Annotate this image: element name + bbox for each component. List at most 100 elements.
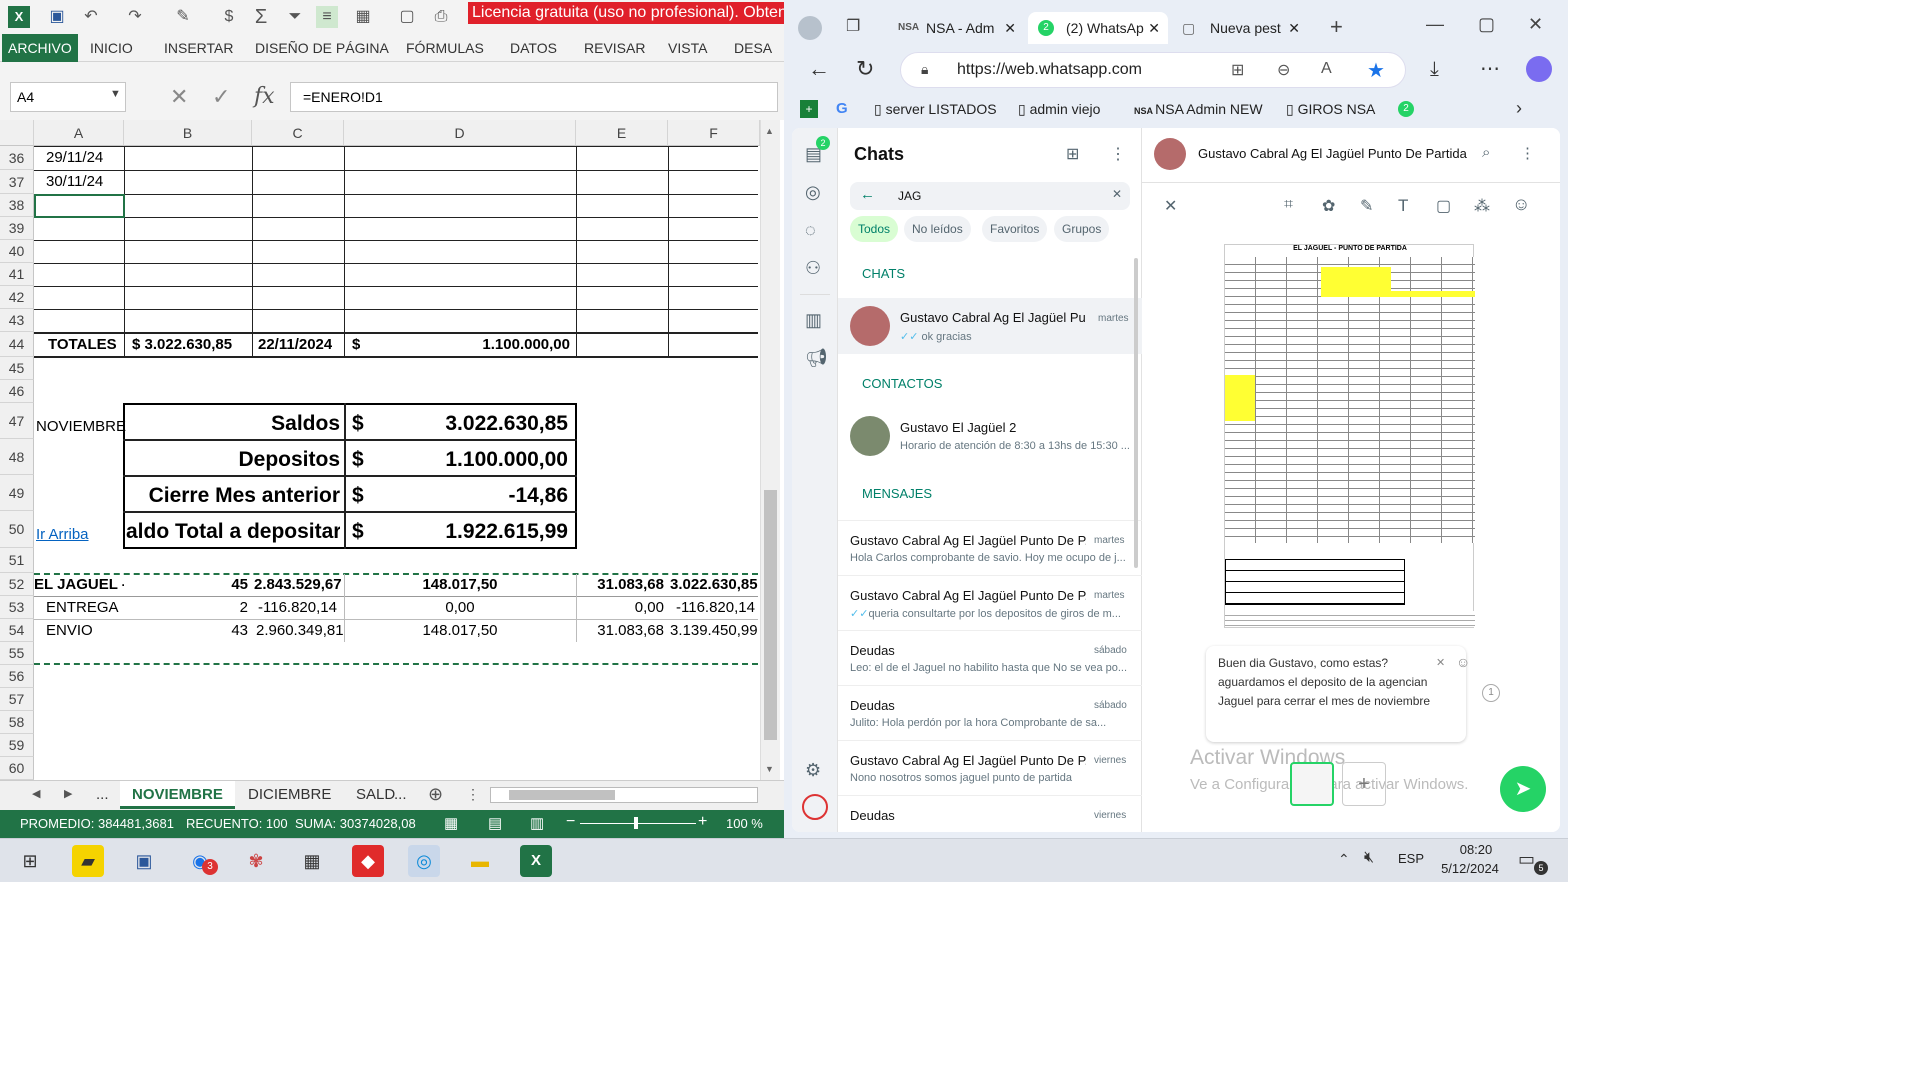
filter-favoritos[interactable]: Favoritos xyxy=(982,216,1048,242)
search-box[interactable]: ← JAG ✕ xyxy=(850,182,1130,210)
currency-icon[interactable]: $ xyxy=(218,6,240,28)
prev-sheet-icon[interactable]: ◀ xyxy=(32,787,40,800)
clock-date[interactable]: 5/12/2024 xyxy=(1434,861,1506,876)
close-preview-icon[interactable]: ✕ xyxy=(1164,196,1177,216)
cell-a37[interactable]: 30/11/24 xyxy=(46,173,103,190)
formula-input[interactable]: =ENERO!D1 xyxy=(290,82,778,112)
align-icon[interactable]: ≡ xyxy=(316,6,338,28)
format-painter-icon[interactable]: ✎ xyxy=(172,6,194,28)
media-thumb-selected[interactable] xyxy=(1290,762,1334,806)
bookmark-giros-nsa[interactable]: ▯ GIROS NSA xyxy=(1286,94,1375,124)
zoom-slider[interactable] xyxy=(580,823,696,824)
row-header[interactable]: 44 xyxy=(0,332,34,357)
zoom-slider-thumb[interactable] xyxy=(634,817,638,829)
row-header[interactable]: 45 xyxy=(0,357,34,380)
cell-b52[interactable]: 45 xyxy=(124,576,248,593)
filter-todos[interactable]: Todos xyxy=(850,216,899,242)
zoom-icon[interactable]: ⊖ xyxy=(1277,60,1290,80)
tab-archivo[interactable]: ARCHIVO xyxy=(2,34,78,62)
pencil-icon[interactable]: ✎ xyxy=(1360,196,1373,216)
close-tab-icon[interactable]: ✕ xyxy=(1004,12,1016,44)
sheet-tab-more[interactable]: ... xyxy=(84,781,121,809)
ir-arriba-link[interactable]: Ir Arriba xyxy=(36,526,89,543)
cell-f54[interactable]: 3.139.450,99 xyxy=(670,622,758,639)
search-input[interactable]: JAG xyxy=(898,189,921,203)
browser-tab-whatsapp[interactable]: 2 (2) WhatsAp ✕ xyxy=(1028,12,1168,44)
cell-e53[interactable]: 0,00 xyxy=(576,599,664,616)
cell-d52[interactable]: 148.017,50 xyxy=(344,576,576,593)
menu-icon[interactable]: ⋮ xyxy=(1520,144,1535,162)
url-text[interactable]: https://web.whatsapp.com xyxy=(957,61,1142,79)
remote-desktop-icon[interactable]: ▣ xyxy=(128,845,160,877)
row-header[interactable]: 36 xyxy=(0,146,34,170)
borders-icon[interactable]: ▦ xyxy=(352,6,374,28)
sheets-bookmark-icon[interactable]: + xyxy=(800,100,818,118)
crop-icon[interactable]: ⌗ xyxy=(1284,196,1293,214)
message-result[interactable]: Deudas sábado Leo: el de el Jaguel no ha… xyxy=(838,630,1142,685)
shape-icon[interactable]: ▢ xyxy=(1436,196,1451,216)
message-result[interactable]: Gustavo Cabral Ag El Jagüel Punto De P..… xyxy=(838,520,1142,575)
tab-actions-icon[interactable]: ❐ xyxy=(846,16,860,36)
tab-diseno[interactable]: DISEÑO DE PÁGINA xyxy=(255,34,389,62)
name-box[interactable]: A4 xyxy=(10,82,126,112)
tab-datos[interactable]: DATOS xyxy=(510,34,557,62)
name-box-dropdown-icon[interactable]: ▼ xyxy=(110,88,121,100)
row-header[interactable]: 46 xyxy=(0,380,34,403)
row-header[interactable]: 42 xyxy=(0,286,34,309)
chat-result[interactable]: Gustavo Cabral Ag El Jagüel Pu... martes… xyxy=(838,298,1142,354)
row-header[interactable]: 48 xyxy=(0,439,34,475)
maximize-icon[interactable]: ▢ xyxy=(1478,14,1495,35)
print-icon[interactable]: ⎙ xyxy=(430,6,452,28)
view-once-icon[interactable]: 1 xyxy=(1482,684,1500,702)
vertical-scrollbar[interactable]: ▲ ▼ xyxy=(760,120,780,780)
confirm-formula-icon[interactable]: ✓ xyxy=(212,84,230,110)
sticky-notes-icon[interactable]: ▰ xyxy=(72,845,104,877)
address-bar[interactable]: 🔒︎ https://web.whatsapp.com ⊞ ⊖ A ★ xyxy=(900,52,1406,88)
scroll-down-icon[interactable]: ▼ xyxy=(765,764,774,774)
cell-e52[interactable]: 31.083,68 xyxy=(576,576,664,593)
app-icon[interactable]: ✾ xyxy=(240,845,272,877)
communities-nav-icon[interactable]: ⚇ xyxy=(805,258,821,279)
cell-c52[interactable]: 2.843.529,67 xyxy=(254,576,342,593)
contact-result[interactable]: Gustavo El Jagüel 2 Horario de atención … xyxy=(838,408,1142,464)
row-header[interactable]: 37 xyxy=(0,170,34,194)
column-header[interactable]: C xyxy=(252,120,344,146)
message-result[interactable]: Gustavo Cabral Ag El Jagüel Punto De P..… xyxy=(838,740,1142,795)
clear-search-icon[interactable]: ✕ xyxy=(1112,187,1122,201)
hscroll-thumb[interactable] xyxy=(509,790,615,800)
cancel-formula-icon[interactable]: ✕ xyxy=(170,84,188,110)
whatsapp-bookmark-badge[interactable]: 2 xyxy=(1398,101,1414,117)
row-header[interactable]: 54 xyxy=(0,619,34,642)
close-tab-icon[interactable]: ✕ xyxy=(1288,12,1300,44)
new-doc-icon[interactable]: ▢ xyxy=(396,6,418,28)
row-header[interactable]: 56 xyxy=(0,665,34,688)
column-header[interactable]: B xyxy=(124,120,252,146)
column-header[interactable]: F xyxy=(668,120,760,146)
tab-revisar[interactable]: REVISAR xyxy=(584,34,645,62)
filter-no-leidos[interactable]: No leídos xyxy=(904,216,971,242)
column-header[interactable]: E xyxy=(576,120,668,146)
blur-icon[interactable]: ⁂ xyxy=(1474,196,1490,216)
sheet-tab-noviembre[interactable]: NOVIEMBRE xyxy=(120,781,235,809)
row-header[interactable]: 47 xyxy=(0,403,34,439)
row-header[interactable]: 43 xyxy=(0,309,34,332)
cell-d44[interactable]: 1.100.000,00 xyxy=(460,336,570,353)
cell-f53[interactable]: -116.820,14 xyxy=(676,599,755,616)
cell-f52[interactable]: 3.022.630,85 xyxy=(670,576,758,593)
scroll-up-icon[interactable]: ▲ xyxy=(765,126,774,136)
chat-list-scrollbar[interactable] xyxy=(1134,258,1138,568)
bookmark-nsa-admin-new[interactable]: NSA NSA Admin NEW xyxy=(1134,94,1263,124)
row-header[interactable]: 57 xyxy=(0,688,34,711)
sheet-tab-more-right[interactable]: ... xyxy=(390,781,411,809)
browser-tab-nsa[interactable]: NSA NSA - Adm ✕ xyxy=(888,12,1024,44)
edge-icon[interactable]: ◎ xyxy=(408,845,440,877)
favorite-star-icon[interactable]: ★ xyxy=(1367,58,1385,83)
downloads-icon[interactable]: ⤓ xyxy=(1430,58,1439,81)
sheet-tab-diciembre[interactable]: DICIEMBRE xyxy=(236,781,343,809)
cell-b44[interactable]: $ 3.022.630,85 xyxy=(132,336,232,353)
minimize-icon[interactable]: — xyxy=(1426,14,1444,35)
caption-clear-icon[interactable]: ✕ xyxy=(1436,656,1445,669)
apps-icon[interactable]: ⊞ xyxy=(1231,60,1244,80)
row-header[interactable]: 38 xyxy=(0,194,34,217)
status-nav-icon[interactable]: ◎ xyxy=(805,182,821,203)
